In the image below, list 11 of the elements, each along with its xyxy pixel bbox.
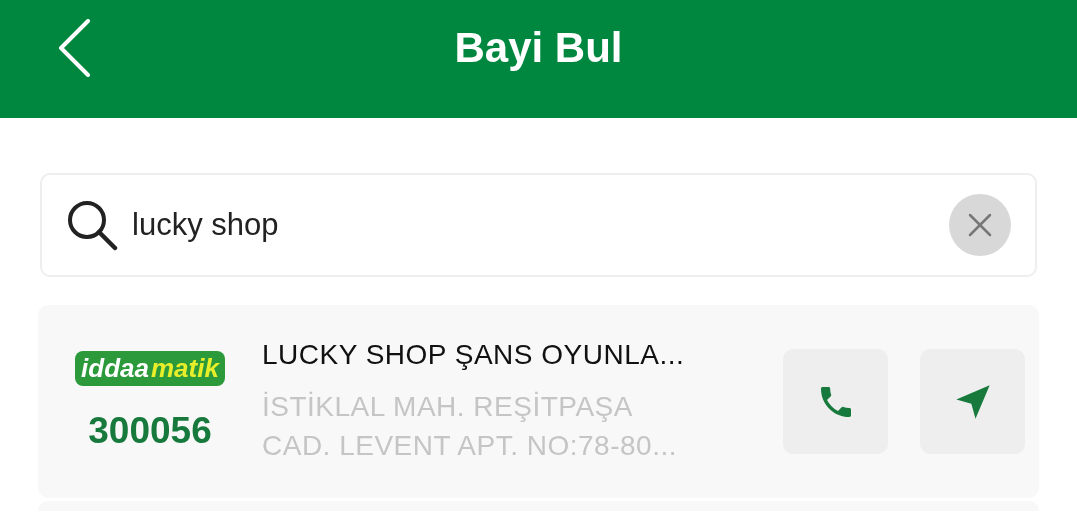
dealer-name: LUCKY SHOP ŞANS OYUNLA... — [262, 338, 686, 371]
search-icon — [66, 199, 118, 251]
brand-logo: iddaamatik — [75, 351, 225, 386]
search-field[interactable]: lucky shop — [40, 173, 1037, 277]
call-button[interactable] — [783, 349, 888, 454]
dealer-code: 300056 — [88, 410, 212, 452]
directions-button[interactable] — [920, 349, 1025, 454]
page-title: Bayi Bul — [454, 24, 623, 72]
close-icon — [968, 213, 992, 237]
chevron-left-icon — [57, 19, 91, 77]
search-input[interactable]: lucky shop — [130, 206, 937, 244]
